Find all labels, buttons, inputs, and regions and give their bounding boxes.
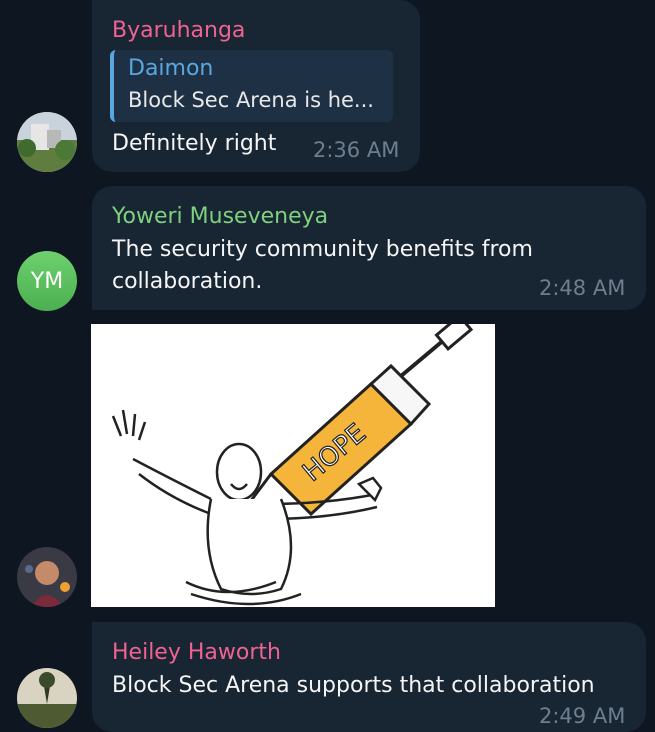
avatar-photo-icon	[17, 668, 77, 728]
message-text: Definitely right	[112, 131, 277, 156]
message-bubble-byaruhanga[interactable]: Byaruhanga Daimon Block Sec Arena is he.…	[92, 0, 420, 172]
sender-name[interactable]: Heiley Haworth	[112, 638, 281, 668]
message-text-line-2: collaboration.	[112, 269, 263, 294]
reply-text: Block Sec Arena is he...	[128, 88, 374, 112]
meme-hope-syringe-image: HOPE	[111, 324, 474, 606]
reply-sender-name: Daimon	[128, 56, 214, 81]
message-text-line-1: The security community benefits from	[112, 237, 533, 262]
message-bubble-heiley[interactable]: Heiley Haworth Block Sec Arena supports …	[92, 622, 646, 732]
avatar-photo-icon	[17, 547, 77, 607]
avatar-yoweri[interactable]: YM	[17, 251, 77, 311]
avatar-byaruhanga[interactable]	[17, 112, 77, 172]
reply-preview[interactable]: Daimon Block Sec Arena is he...	[110, 50, 393, 122]
message-text: Block Sec Arena supports that collaborat…	[112, 673, 595, 698]
avatar-heiley[interactable]	[17, 668, 77, 728]
image-message[interactable]: HOPE	[91, 324, 495, 607]
message-time: 2:36 AM	[313, 138, 400, 162]
message-time: 2:49 AM	[539, 704, 626, 728]
sender-name[interactable]: Byaruhanga	[112, 16, 245, 46]
avatar-initials: YM	[30, 268, 64, 294]
sender-name[interactable]: Yoweri Museveneya	[112, 202, 328, 232]
message-bubble-yoweri[interactable]: Yoweri Museveneya The security community…	[92, 186, 646, 310]
message-time: 2:48 AM	[539, 276, 626, 300]
avatar-image-sender[interactable]	[17, 547, 77, 607]
avatar-photo-icon	[17, 112, 77, 172]
